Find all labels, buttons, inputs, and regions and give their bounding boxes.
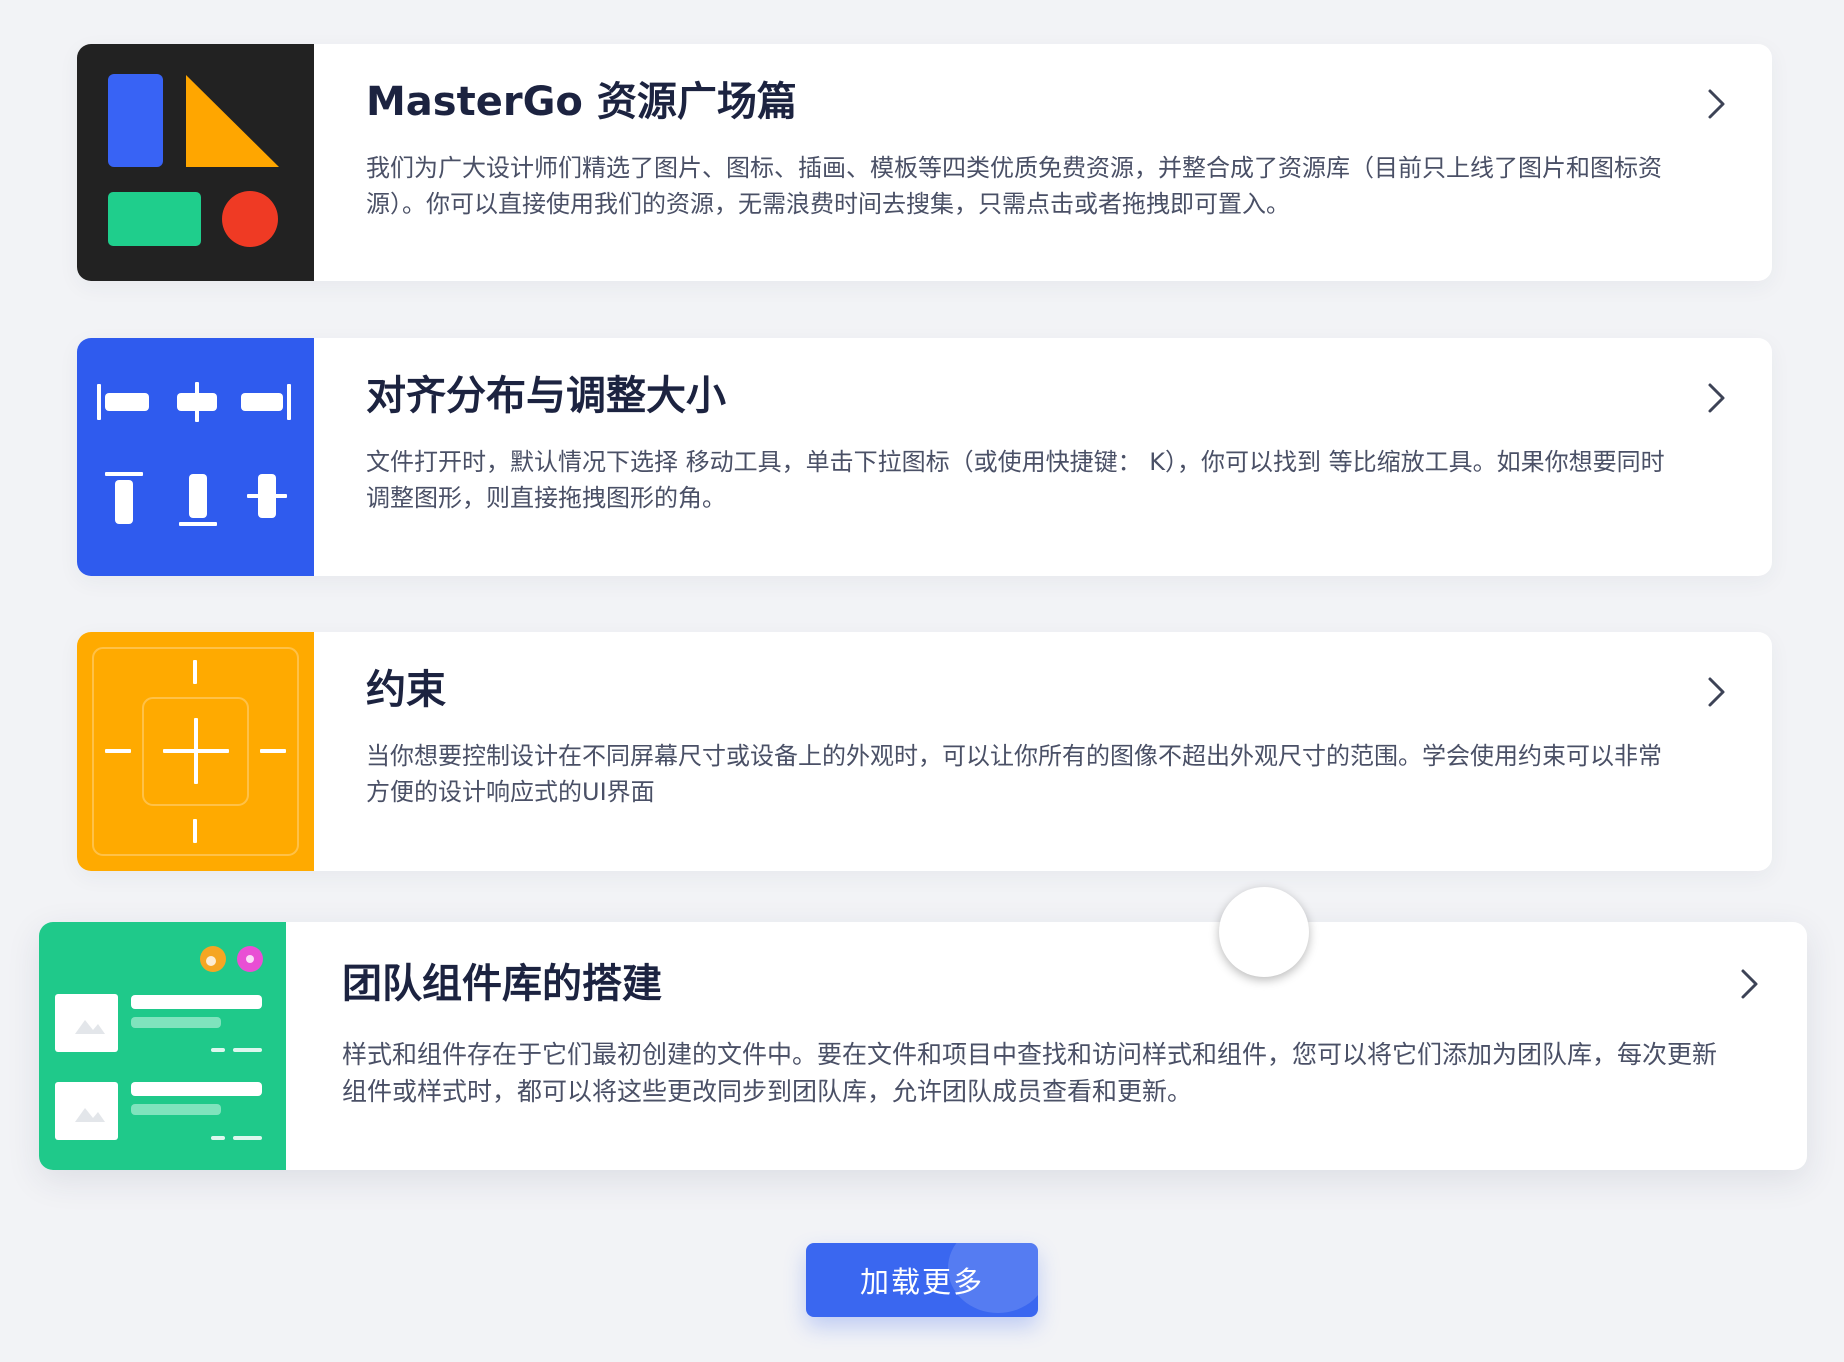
- card-title: 对齐分布与调整大小: [366, 373, 726, 419]
- shapes-icon: [77, 44, 314, 281]
- chevron-right-icon[interactable]: [1702, 382, 1730, 414]
- load-more-label: 加载更多: [859, 1265, 984, 1299]
- card-title: 约束: [366, 667, 446, 713]
- card-description: 我们为广大设计师们精选了图片、图标、插画、模板等四类优质免费资源，并整合成了资源…: [366, 154, 1662, 218]
- chevron-right-icon[interactable]: [1702, 676, 1730, 708]
- team-library-icon: [39, 922, 286, 1170]
- chevron-right-icon[interactable]: [1735, 968, 1763, 1000]
- cursor-indicator: [1219, 887, 1309, 977]
- card-description: 文件打开时，默认情况下选择 移动工具，单击下拉图标（或使用快捷键： K），你可以…: [366, 448, 1665, 512]
- tutorial-card-team-library[interactable]: 团队组件库的搭建 样式和组件存在于它们最初创建的文件中。要在文件和项目中查找和访…: [39, 922, 1807, 1170]
- card-description: 当你想要控制设计在不同屏幕尺寸或设备上的外观时，可以让你所有的图像不超出外观尺寸…: [366, 742, 1662, 806]
- load-more-button[interactable]: 加载更多: [806, 1243, 1038, 1317]
- align-distribute-icon: [77, 338, 314, 576]
- chevron-right-icon[interactable]: [1702, 88, 1730, 120]
- card-description: 样式和组件存在于它们最初创建的文件中。要在文件和项目中查找和访问样式和组件，您可…: [342, 1040, 1718, 1106]
- card-title: 团队组件库的搭建: [342, 961, 662, 1007]
- tutorial-card-resources[interactable]: MasterGo 资源广场篇 我们为广大设计师们精选了图片、图标、插画、模板等四…: [77, 44, 1772, 281]
- card-title: MasterGo 资源广场篇: [366, 79, 797, 125]
- constraints-icon: [77, 632, 314, 871]
- tutorial-card-align[interactable]: 对齐分布与调整大小 文件打开时，默认情况下选择 移动工具，单击下拉图标（或使用快…: [77, 338, 1772, 576]
- tutorial-card-constraints[interactable]: 约束 当你想要控制设计在不同屏幕尺寸或设备上的外观时，可以让你所有的图像不超出外…: [77, 632, 1772, 871]
